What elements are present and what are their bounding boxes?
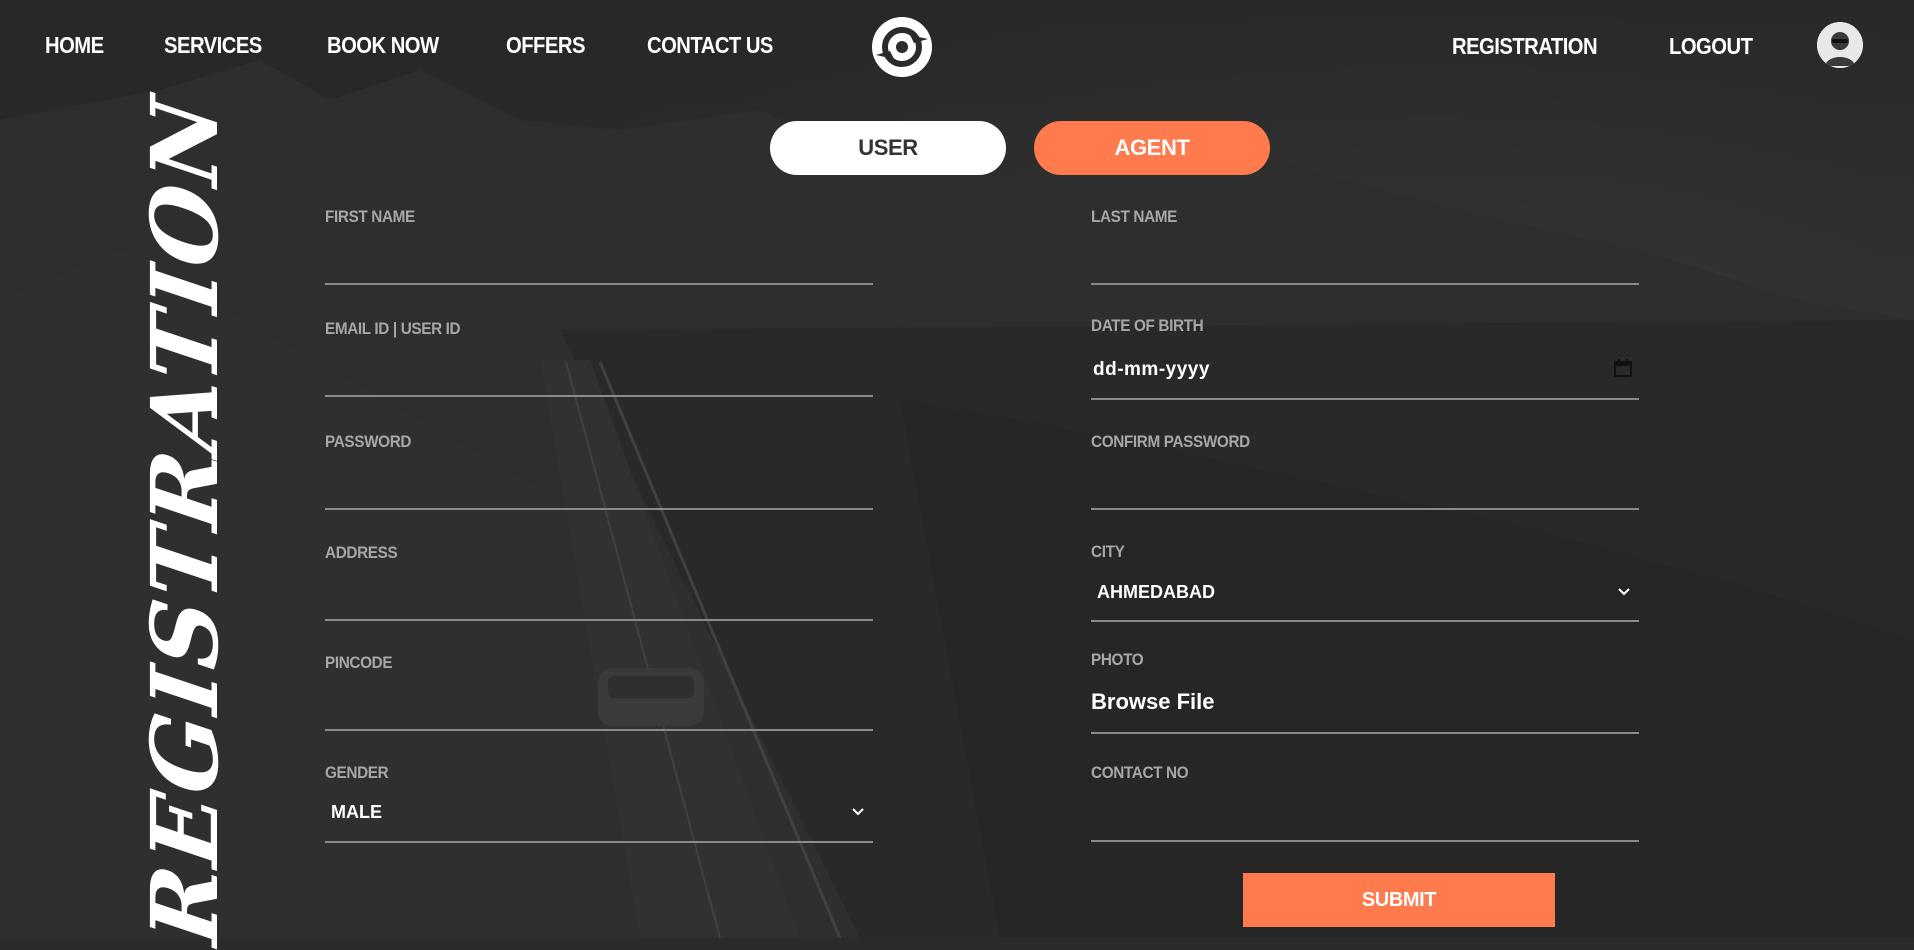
- address-label: ADDRESS: [325, 543, 398, 562]
- confirm-password-field: CONFIRM PASSWORD: [1091, 432, 1639, 512]
- pincode-field: PINCODE: [325, 653, 873, 733]
- brand-logo-icon[interactable]: [870, 15, 934, 79]
- nav-services[interactable]: SERVICES: [164, 32, 262, 59]
- gender-field[interactable]: GENDER MALE: [325, 763, 873, 843]
- contact-input[interactable]: [1091, 803, 1639, 835]
- photo-label: PHOTO: [1091, 650, 1144, 669]
- first-name-field: FIRST NAME: [325, 207, 873, 287]
- account-nav: REGISTRATION LOGOUT: [1452, 33, 1764, 60]
- email-field: EMAIL ID | USER ID: [325, 319, 873, 399]
- address-input[interactable]: [325, 583, 873, 615]
- field-underline: [1091, 732, 1639, 734]
- dob-field[interactable]: DATE OF BIRTH dd-mm-yyyy: [1091, 316, 1639, 402]
- first-name-input[interactable]: [325, 247, 873, 279]
- calendar-icon[interactable]: [1613, 358, 1633, 378]
- page-title: REGISTRATION: [131, 89, 239, 950]
- avatar[interactable]: [1817, 22, 1863, 68]
- contact-label: CONTACT NO: [1091, 763, 1189, 782]
- nav-offers[interactable]: OFFERS: [506, 32, 585, 59]
- registration-vertical-title: REGISTRATION: [131, 90, 239, 950]
- field-underline: [325, 729, 873, 731]
- last-name-field: LAST NAME: [1091, 207, 1639, 287]
- field-underline: [1091, 283, 1639, 285]
- field-underline: [325, 841, 873, 843]
- first-name-label: FIRST NAME: [325, 207, 415, 226]
- last-name-input[interactable]: [1091, 247, 1639, 279]
- nav-logout[interactable]: LOGOUT: [1669, 33, 1753, 60]
- chevron-down-icon[interactable]: [1617, 585, 1631, 599]
- address-field: ADDRESS: [325, 543, 873, 623]
- main-nav: HOME SERVICES BOOK NOW OFFERS CONTACT US: [45, 32, 790, 59]
- city-field[interactable]: CITY AHMEDABAD: [1091, 542, 1639, 622]
- city-select[interactable]: AHMEDABAD: [1097, 582, 1215, 603]
- chevron-down-icon[interactable]: [851, 805, 865, 819]
- agent-toggle-button[interactable]: AGENT: [1034, 121, 1270, 175]
- last-name-label: LAST NAME: [1091, 207, 1178, 226]
- gender-label: GENDER: [325, 763, 389, 782]
- field-underline: [325, 395, 873, 397]
- email-label: EMAIL ID | USER ID: [325, 319, 461, 338]
- field-underline: [325, 508, 873, 510]
- confirm-password-label: CONFIRM PASSWORD: [1091, 432, 1250, 451]
- user-toggle-button[interactable]: USER: [770, 121, 1006, 175]
- photo-field: PHOTO Browse File: [1091, 650, 1639, 736]
- contact-field: CONTACT NO: [1091, 763, 1639, 843]
- password-label: PASSWORD: [325, 432, 412, 451]
- password-field: PASSWORD: [325, 432, 873, 512]
- nav-book-now[interactable]: BOOK NOW: [327, 32, 439, 59]
- email-input[interactable]: [325, 359, 873, 391]
- password-input[interactable]: [325, 472, 873, 504]
- nav-home[interactable]: HOME: [45, 32, 104, 59]
- pincode-input[interactable]: [325, 693, 873, 725]
- field-underline: [1091, 840, 1639, 842]
- city-label: CITY: [1091, 542, 1125, 561]
- nav-contact-us[interactable]: CONTACT US: [647, 32, 773, 59]
- dob-input[interactable]: dd-mm-yyyy: [1093, 359, 1210, 381]
- field-underline: [1091, 508, 1639, 510]
- browse-file-button[interactable]: Browse File: [1091, 689, 1214, 715]
- pincode-label: PINCODE: [325, 653, 393, 672]
- field-underline: [325, 619, 873, 621]
- field-underline: [325, 283, 873, 285]
- field-underline: [1091, 398, 1639, 400]
- gender-select[interactable]: MALE: [331, 802, 382, 823]
- confirm-password-input[interactable]: [1091, 472, 1639, 504]
- field-underline: [1091, 620, 1639, 622]
- nav-registration[interactable]: REGISTRATION: [1452, 33, 1598, 60]
- submit-button[interactable]: SUBMIT: [1243, 873, 1555, 927]
- dob-label: DATE OF BIRTH: [1091, 316, 1204, 335]
